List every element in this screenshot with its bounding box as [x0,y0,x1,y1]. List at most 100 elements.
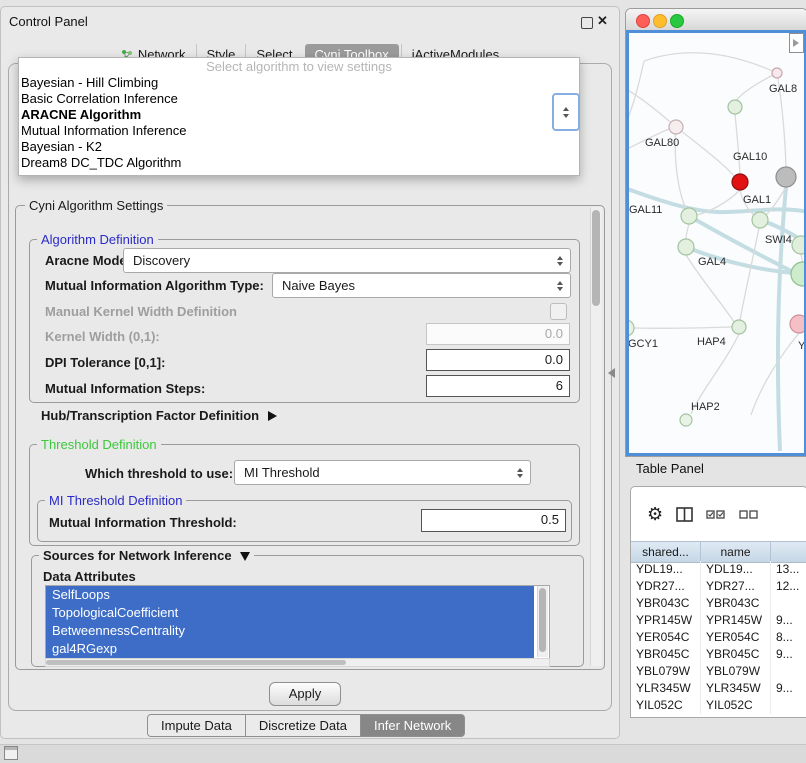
attribute-item[interactable]: BetweennessCentrality [46,622,534,640]
mi-steps-label: Mutual Information Steps: [45,381,205,396]
algorithm-option[interactable]: Bayesian - K2 [19,139,579,155]
birdseye-toggle[interactable] [789,33,804,53]
network-window-titlebar[interactable] [626,9,806,31]
network-edge [686,224,689,239]
attribute-item[interactable]: TopologicalCoefficient [46,604,534,622]
algorithm-option[interactable]: Bayesian - Hill Climbing [19,75,579,91]
table-cell: YDL19... [631,561,701,578]
settings-scrollbar-thumb[interactable] [592,210,600,306]
close-window-icon[interactable]: ✕ [597,13,608,29]
data-attributes-label: Data Attributes [43,569,136,584]
deselect-all-icon[interactable] [739,509,759,520]
algorithm-dropdown: Select algorithm to view settings Bayesi… [18,57,580,176]
node-label: SWI4 [765,234,792,246]
tab-discretize-data[interactable]: Discretize Data [245,714,361,737]
table-row[interactable]: YDL19...YDL19...13... [631,561,806,578]
sources-toggle[interactable]: Sources for Network Inference [39,548,254,563]
attributes-hscrollbar[interactable] [45,658,550,667]
attribute-item[interactable]: gal4RGexp [46,640,534,658]
network-graph: GAL8GAL80GAL10GAL11GAL1SWI4GAL4GCY1HAP4Y… [629,33,804,453]
splitter-collapse-arrow[interactable] [608,368,615,378]
algorithm-option[interactable]: Mutual Information Inference [19,123,579,139]
restore-panel-icon[interactable] [4,746,18,760]
columns-icon[interactable] [676,507,693,522]
network-node[interactable] [680,414,692,426]
network-node[interactable] [732,174,748,190]
zoom-traffic-light[interactable] [670,14,684,28]
aracne-mode-select[interactable]: Discovery [123,248,571,273]
network-view-window: GAL8GAL80GAL10GAL11GAL1SWI4GAL4GCY1HAP4Y… [625,8,806,457]
node-label: GAL4 [698,256,726,268]
tab-infer-network[interactable]: Infer Network [360,714,465,737]
table-cell: YBR043C [631,595,701,612]
column-header[interactable] [771,542,806,562]
table-cell: YDL19... [701,561,771,578]
bottom-tab-group: Impute Data Discretize Data Infer Networ… [148,714,465,737]
table-row[interactable]: YER054CYER054C8... [631,629,806,646]
table-row[interactable]: YBL079WYBL079W [631,663,806,680]
attributes-hscrollbar-thumb[interactable] [46,660,346,665]
table-row[interactable]: YBR043CYBR043C [631,595,806,612]
algorithm-option[interactable]: ARACNE Algorithm [19,107,579,123]
network-node[interactable] [669,120,683,134]
manual-kernel-checkbox[interactable] [550,303,567,320]
dpi-tolerance-field[interactable]: 0.0 [426,349,570,371]
node-label: GAL11 [629,204,662,216]
table-cell: 9... [771,612,806,629]
node-label: GAL80 [645,137,679,149]
network-node[interactable] [772,68,782,78]
kernel-width-field[interactable]: 0.0 [426,323,570,345]
node-label: GAL1 [743,194,771,206]
node-label: GAL8 [769,83,797,95]
network-node[interactable] [790,315,804,333]
table-row[interactable]: YLR345WYLR345W9... [631,680,806,697]
mi-type-label: Mutual Information Algorithm Type: [45,278,264,293]
expand-right-icon [268,411,277,421]
attributes-scrollbar[interactable] [537,586,548,657]
table-row[interactable]: YIL052CYIL052C [631,697,806,714]
table-row[interactable]: YBR045CYBR045C9... [631,646,806,663]
network-node[interactable] [681,208,697,224]
column-header[interactable]: shared... [631,542,701,562]
algorithm-option[interactable]: Dream8 DC_TDC Algorithm [19,155,579,171]
algorithm-option[interactable]: Basic Correlation Inference [19,91,579,107]
float-window-icon[interactable] [581,17,593,29]
network-node[interactable] [752,212,768,228]
network-node[interactable] [678,239,694,255]
network-node[interactable] [629,320,634,336]
network-node[interactable] [732,320,746,334]
table-row[interactable]: YPR145WYPR145W9... [631,612,806,629]
mi-threshold-field[interactable]: 0.5 [421,509,566,532]
table-row[interactable]: YDR27...YDR27...12... [631,578,806,595]
network-node[interactable] [728,100,742,114]
apply-button[interactable]: Apply [269,682,341,706]
select-all-icon[interactable] [706,509,726,520]
table-cell: YBR045C [631,646,701,663]
stepper-down-icon [563,114,569,118]
algorithm-combo-stepper[interactable] [552,93,580,131]
network-node[interactable] [776,167,796,187]
tab-impute-data[interactable]: Impute Data [147,714,246,737]
minimize-traffic-light[interactable] [653,14,667,28]
algorithm-definition-title: Algorithm Definition [37,232,158,247]
attribute-item[interactable]: SelfLoops [46,586,534,604]
hub-definition-toggle[interactable]: Hub/Transcription Factor Definition [41,408,277,423]
which-threshold-select[interactable]: MI Threshold [234,460,531,485]
close-traffic-light[interactable] [636,14,650,28]
which-threshold-label: Which threshold to use: [85,466,233,481]
column-header[interactable]: name [701,542,771,562]
network-canvas[interactable]: GAL8GAL80GAL10GAL11GAL1SWI4GAL4GCY1HAP4Y… [626,30,806,456]
settings-scrollbar[interactable] [590,207,602,666]
table-cell: YPR145W [701,612,771,629]
mi-type-select[interactable]: Naive Bayes [272,273,571,298]
attributes-scrollbar-thumb[interactable] [539,588,546,652]
gear-icon[interactable]: ⚙ [647,505,663,523]
kernel-width-label: Kernel Width (0,1): [45,329,160,344]
table-cell: YBR045C [701,646,771,663]
network-edge [629,61,644,135]
network-node[interactable] [792,236,804,254]
network-node[interactable] [791,262,804,286]
mi-threshold-group-title: MI Threshold Definition [45,493,186,508]
node-label: HAP2 [691,401,720,413]
mi-steps-field[interactable]: 6 [426,375,570,397]
